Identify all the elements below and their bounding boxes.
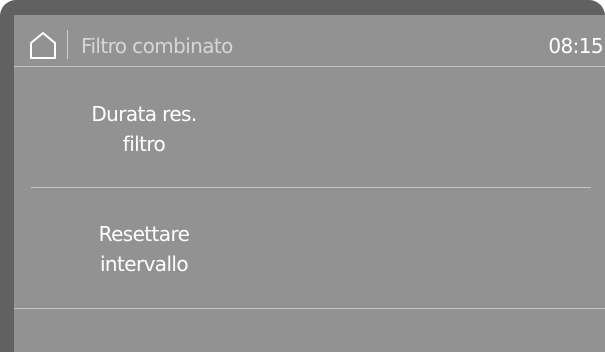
menu-item-reset-interval[interactable]: Resettare intervallo xyxy=(14,189,605,307)
home-icon xyxy=(30,31,56,59)
page-title: Filtro combinato xyxy=(81,34,233,58)
clock-time: 08:15 xyxy=(548,34,603,58)
header-separator xyxy=(67,30,68,59)
header-bar: Filtro combinato 08:15 xyxy=(14,15,605,66)
menu-item-label-line1: Durata res. xyxy=(91,102,197,126)
menu-item-label-line2: filtro xyxy=(122,132,166,156)
menu-item-label-line1: Resettare xyxy=(98,222,190,246)
menu-divider-bottom xyxy=(14,308,605,309)
menu-item-remaining-filter-time[interactable]: Durata res. filtro xyxy=(14,67,605,185)
display-screen: Filtro combinato 08:15 Durata res. filtr… xyxy=(14,15,605,352)
menu-item-label-line2: intervallo xyxy=(99,252,189,276)
home-button[interactable] xyxy=(28,31,58,59)
menu-divider xyxy=(31,187,591,188)
menu-item-label: Resettare intervallo xyxy=(14,219,274,279)
device-bezel: Filtro combinato 08:15 Durata res. filtr… xyxy=(0,0,605,352)
menu-item-label: Durata res. filtro xyxy=(14,99,274,159)
